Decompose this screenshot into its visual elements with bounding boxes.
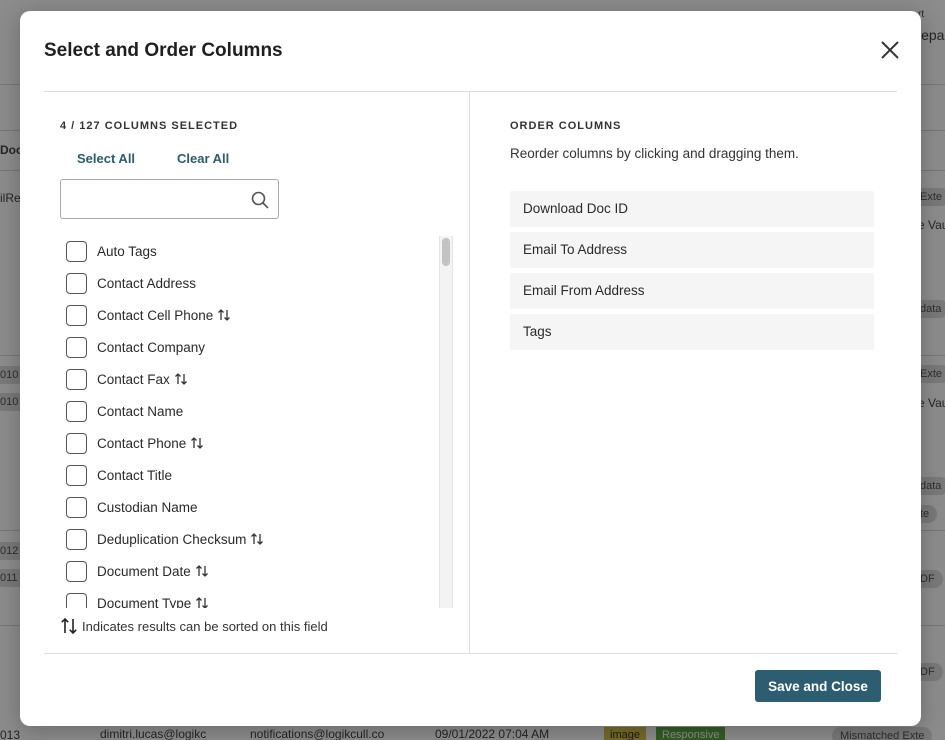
column-option[interactable]: Deduplication Checksum [66, 528, 264, 550]
column-option[interactable]: Contact Phone [66, 432, 204, 454]
select-order-columns-modal: Select and Order Columns 4 / 127 COLUMNS… [20, 11, 921, 726]
column-option-label: Custodian Name [97, 499, 198, 515]
column-checkbox[interactable] [66, 400, 87, 422]
column-checkbox[interactable] [66, 432, 87, 454]
column-search [60, 179, 279, 219]
clear-all-button[interactable]: Clear All [177, 151, 229, 166]
column-checkbox[interactable] [66, 560, 87, 582]
sortable-legend-text: Indicates results can be sorted on this … [82, 618, 328, 634]
sortable-icon [61, 617, 77, 635]
column-option-label: Contact Fax [97, 371, 170, 387]
ordered-column-item[interactable]: Tags [510, 314, 874, 350]
column-option-label: Auto Tags [97, 243, 157, 259]
scrollbar-thumb[interactable] [442, 238, 450, 266]
column-option[interactable]: Contact Title [66, 464, 172, 486]
column-option-label: Contact Company [97, 339, 206, 355]
column-option[interactable]: Contact Fax [66, 368, 188, 390]
save-and-close-button[interactable]: Save and Close [755, 670, 881, 702]
ordered-column-item[interactable]: Download Doc ID [510, 191, 874, 227]
column-option[interactable]: Auto Tags [66, 240, 157, 262]
sortable-icon [195, 565, 208, 577]
search-icon[interactable] [250, 190, 270, 210]
modal-title: Select and Order Columns [44, 40, 283, 61]
column-option[interactable]: Contact Company [66, 336, 205, 358]
select-all-button[interactable]: Select All [77, 151, 135, 166]
column-search-input[interactable] [69, 188, 239, 210]
sortable-icon [218, 309, 231, 321]
column-option-label: Document Date [97, 563, 191, 579]
panel-divider [469, 92, 470, 653]
column-option[interactable]: Document Date [66, 560, 209, 582]
ordered-column-item[interactable]: Email To Address [510, 232, 874, 268]
column-checkbox[interactable] [66, 528, 87, 550]
column-option-label: Contact Title [97, 467, 173, 483]
close-icon[interactable] [879, 39, 901, 61]
sortable-icon [174, 373, 187, 385]
column-list-scrollbar[interactable] [439, 236, 453, 608]
column-option[interactable]: Contact Name [66, 400, 183, 422]
column-option[interactable]: Contact Cell Phone [66, 304, 231, 326]
column-checkbox[interactable] [66, 496, 87, 518]
column-checkbox[interactable] [66, 336, 87, 358]
column-list: Auto Tags Contact Address Contact Cell P… [60, 235, 454, 608]
column-checkbox[interactable] [66, 272, 87, 294]
column-option-label: Document Type [97, 595, 192, 609]
sortable-icon [196, 597, 209, 608]
columns-selected-count: 4 / 127 COLUMNS SELECTED [60, 120, 239, 132]
column-option-label: Deduplication Checksum [97, 531, 247, 547]
column-option-label: Contact Cell Phone [97, 307, 214, 323]
column-option[interactable]: Contact Address [66, 272, 196, 294]
sortable-icon [251, 533, 264, 545]
header-divider [44, 91, 897, 92]
column-option-label: Contact Phone [97, 435, 187, 451]
column-checkbox[interactable] [66, 368, 87, 390]
column-option-label: Contact Address [97, 275, 197, 291]
sortable-icon [191, 437, 204, 449]
column-checkbox[interactable] [66, 240, 87, 262]
footer-divider [44, 653, 897, 654]
ordered-column-item[interactable]: Email From Address [510, 273, 874, 309]
column-checkbox[interactable] [66, 592, 87, 608]
order-columns-description: Reorder columns by clicking and dragging… [510, 146, 799, 161]
column-option-label: Contact Name [97, 403, 184, 419]
column-option[interactable]: Custodian Name [66, 496, 198, 518]
order-columns-title: ORDER COLUMNS [510, 120, 622, 132]
column-checkbox[interactable] [66, 464, 87, 486]
sortable-legend: Indicates results can be sorted on this … [60, 617, 328, 635]
column-option[interactable]: Document Type [66, 592, 209, 608]
column-checkbox[interactable] [66, 304, 87, 326]
